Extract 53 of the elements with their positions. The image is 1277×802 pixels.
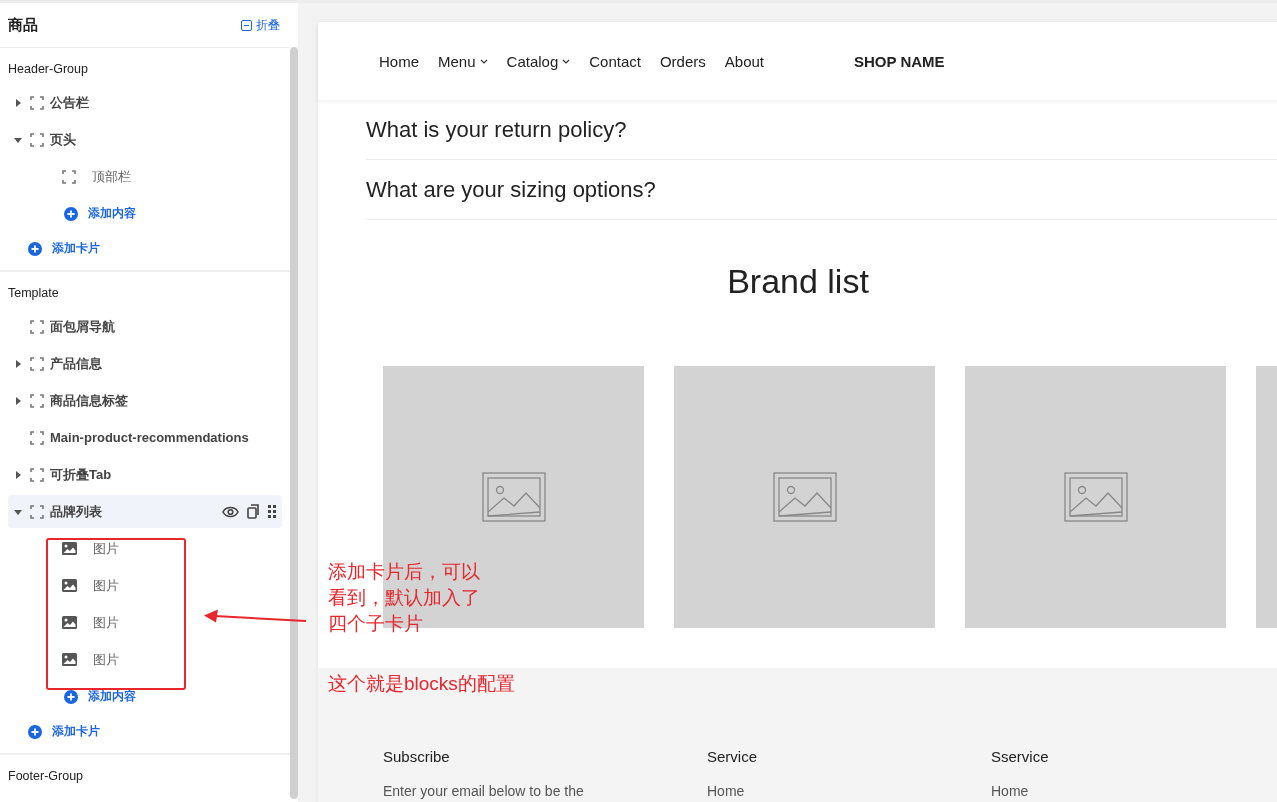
tree-item[interactable]: 品牌列表 xyxy=(8,495,282,528)
tree-item[interactable]: 顶部栏 xyxy=(8,160,282,193)
item-label: 顶部栏 xyxy=(92,167,131,186)
item-label: 图片 xyxy=(93,539,119,558)
nav-link[interactable]: Home xyxy=(379,52,419,70)
tree-item[interactable]: Main-product-recommendations xyxy=(8,421,282,454)
item-label: 商品信息标签 xyxy=(50,391,128,410)
tree-item[interactable]: 图片 xyxy=(8,569,282,602)
add-content-button[interactable]: 添加内容 xyxy=(8,680,136,713)
add-content-button[interactable]: 添加内容 xyxy=(8,197,136,230)
add-card-button[interactable]: 添加卡片 xyxy=(8,232,100,265)
item-label: 品牌列表 xyxy=(50,502,102,521)
tree-item[interactable]: 产品信息 xyxy=(8,347,282,380)
item-label: 图片 xyxy=(93,650,119,669)
item-label: 公告栏 xyxy=(50,93,89,112)
item-label: 图片 xyxy=(93,613,119,632)
tree-item[interactable]: 公告栏 xyxy=(8,86,282,119)
item-label: 产品信息 xyxy=(50,354,102,373)
footer-text: Enter your email below to be the xyxy=(383,783,585,799)
faq-question[interactable]: What are your sizing options? xyxy=(366,160,1277,220)
tree-item[interactable]: 商品信息标签 xyxy=(8,384,282,417)
nav-link[interactable]: Catalog xyxy=(506,52,571,70)
nav-link[interactable]: Contact xyxy=(589,52,641,70)
shop-name: SHOP NAME xyxy=(854,52,945,70)
item-label: 图片 xyxy=(93,576,119,595)
tree-item[interactable]: 图片 xyxy=(8,643,282,676)
footer-text[interactable]: Home xyxy=(991,783,1271,799)
item-label: 页头 xyxy=(50,130,76,149)
section-title: Brand list xyxy=(726,261,870,302)
add-card-button[interactable]: 添加卡片 xyxy=(8,715,100,748)
annotation-caption: 这个就是blocks的配置 xyxy=(328,672,515,696)
tree-item[interactable]: 面包屑导航 xyxy=(8,310,282,343)
nav-link[interactable]: About xyxy=(724,52,764,70)
tree-item[interactable]: 图片 xyxy=(8,532,282,565)
group-heading: Footer-Group xyxy=(8,768,85,785)
tree-item[interactable]: 可折叠Tab xyxy=(8,458,282,491)
item-label: Main-product-recommendations xyxy=(50,430,249,445)
nav-link[interactable]: Menu xyxy=(438,52,488,70)
faq-question[interactable]: What is your return policy? xyxy=(366,100,1277,160)
nav-link[interactable]: Orders xyxy=(659,52,706,70)
annotation-note: 添加卡片后，可以 看到，默认加入了 四个子卡片 xyxy=(328,560,480,636)
group-heading: Header-Group xyxy=(8,61,89,78)
tree-item[interactable]: 页头 xyxy=(8,123,282,156)
footer-heading: Service xyxy=(707,748,759,765)
footer-text[interactable]: Home xyxy=(707,783,991,799)
tree-item[interactable]: 图片 xyxy=(8,606,282,639)
item-label: 面包屑导航 xyxy=(50,317,115,336)
group-heading: Template xyxy=(8,285,60,302)
item-label: 可折叠Tab xyxy=(50,465,112,484)
collapse-button[interactable]: 折叠 xyxy=(241,16,280,34)
footer-heading: Sservice xyxy=(991,748,1050,765)
panel-title: 商品 xyxy=(8,15,38,35)
footer-heading: Subscribe xyxy=(383,748,451,765)
